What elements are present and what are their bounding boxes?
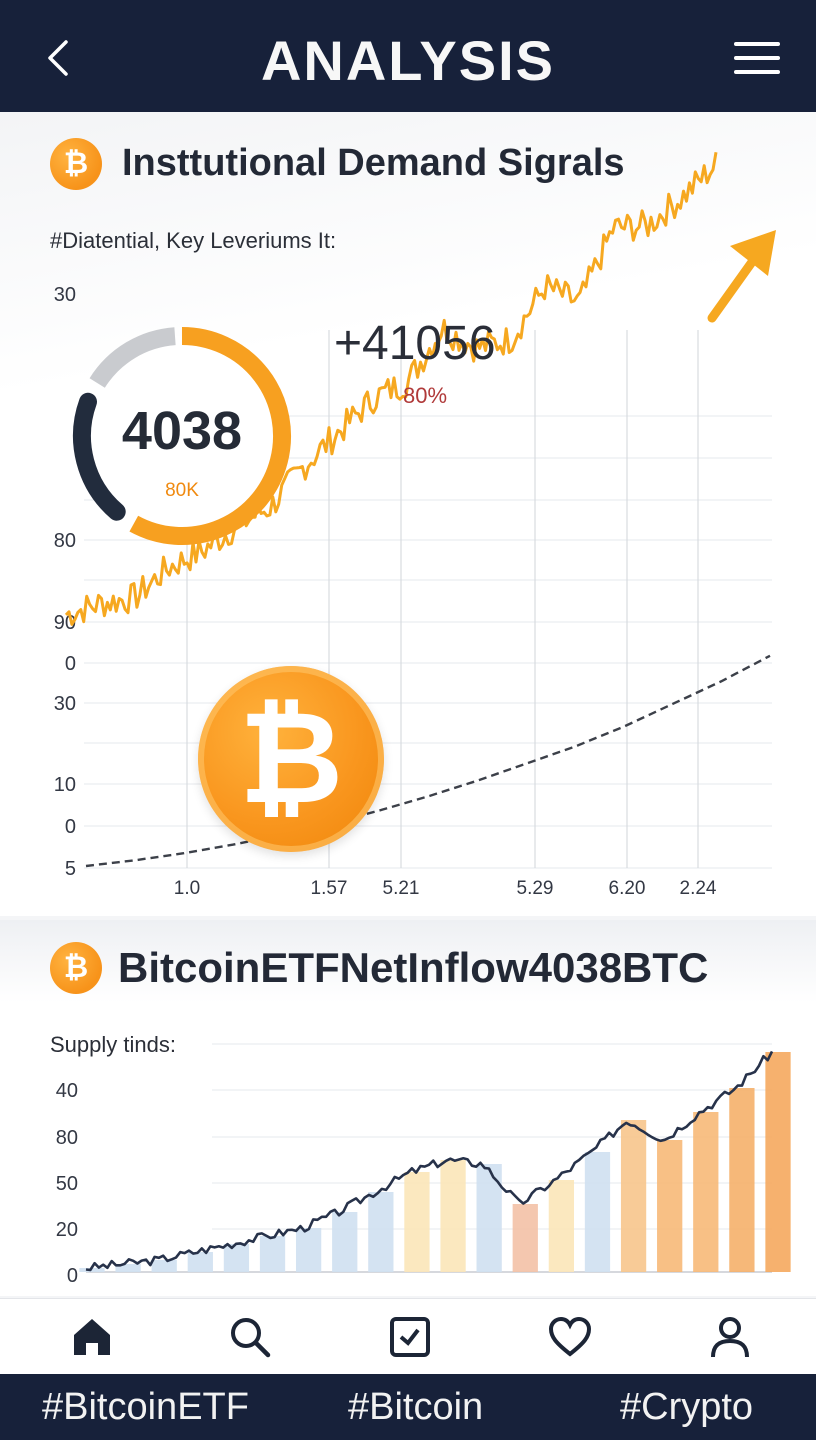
heart-icon[interactable] (546, 1313, 594, 1361)
area-bar (332, 1212, 358, 1272)
area-bar (187, 1252, 213, 1272)
area-bar (548, 1180, 575, 1272)
area-bar (693, 1112, 719, 1272)
area-bar (440, 1160, 466, 1272)
area-bar (512, 1204, 538, 1272)
supply-area-chart: 40 80 50 20 0 (56, 1043, 791, 1287)
area-bar (151, 1260, 177, 1272)
checkbox-icon[interactable] (386, 1313, 434, 1361)
area-bar (729, 1088, 755, 1272)
area-bar (259, 1236, 286, 1272)
y-tick-label: 50 (56, 1173, 78, 1195)
hashtag-bitcoinetf[interactable]: #BitcoinETF (42, 1386, 249, 1429)
home-icon[interactable] (68, 1313, 116, 1361)
area-bar (584, 1152, 611, 1272)
search-icon[interactable] (226, 1313, 274, 1361)
hashtag-crypto[interactable]: #Crypto (620, 1386, 753, 1429)
hashtag-bar: #BitcoinETF #Bitcoin #Crypto (0, 1374, 816, 1440)
y-tick-label: 20 (56, 1219, 78, 1241)
y-tick-label: 0 (67, 1265, 78, 1287)
area-bar (620, 1120, 647, 1272)
area-bar (765, 1052, 791, 1272)
y-tick-label: 40 (56, 1080, 78, 1102)
user-icon[interactable] (706, 1313, 754, 1361)
y-tick-label: 80 (56, 1127, 78, 1149)
area-bar (295, 1228, 322, 1272)
hashtag-bitcoin[interactable]: #Bitcoin (348, 1386, 483, 1429)
area-bar (223, 1244, 250, 1272)
area-bar (368, 1192, 394, 1272)
bottom-nav (0, 1298, 816, 1375)
area-bar (657, 1140, 683, 1272)
area-bar (404, 1172, 430, 1272)
